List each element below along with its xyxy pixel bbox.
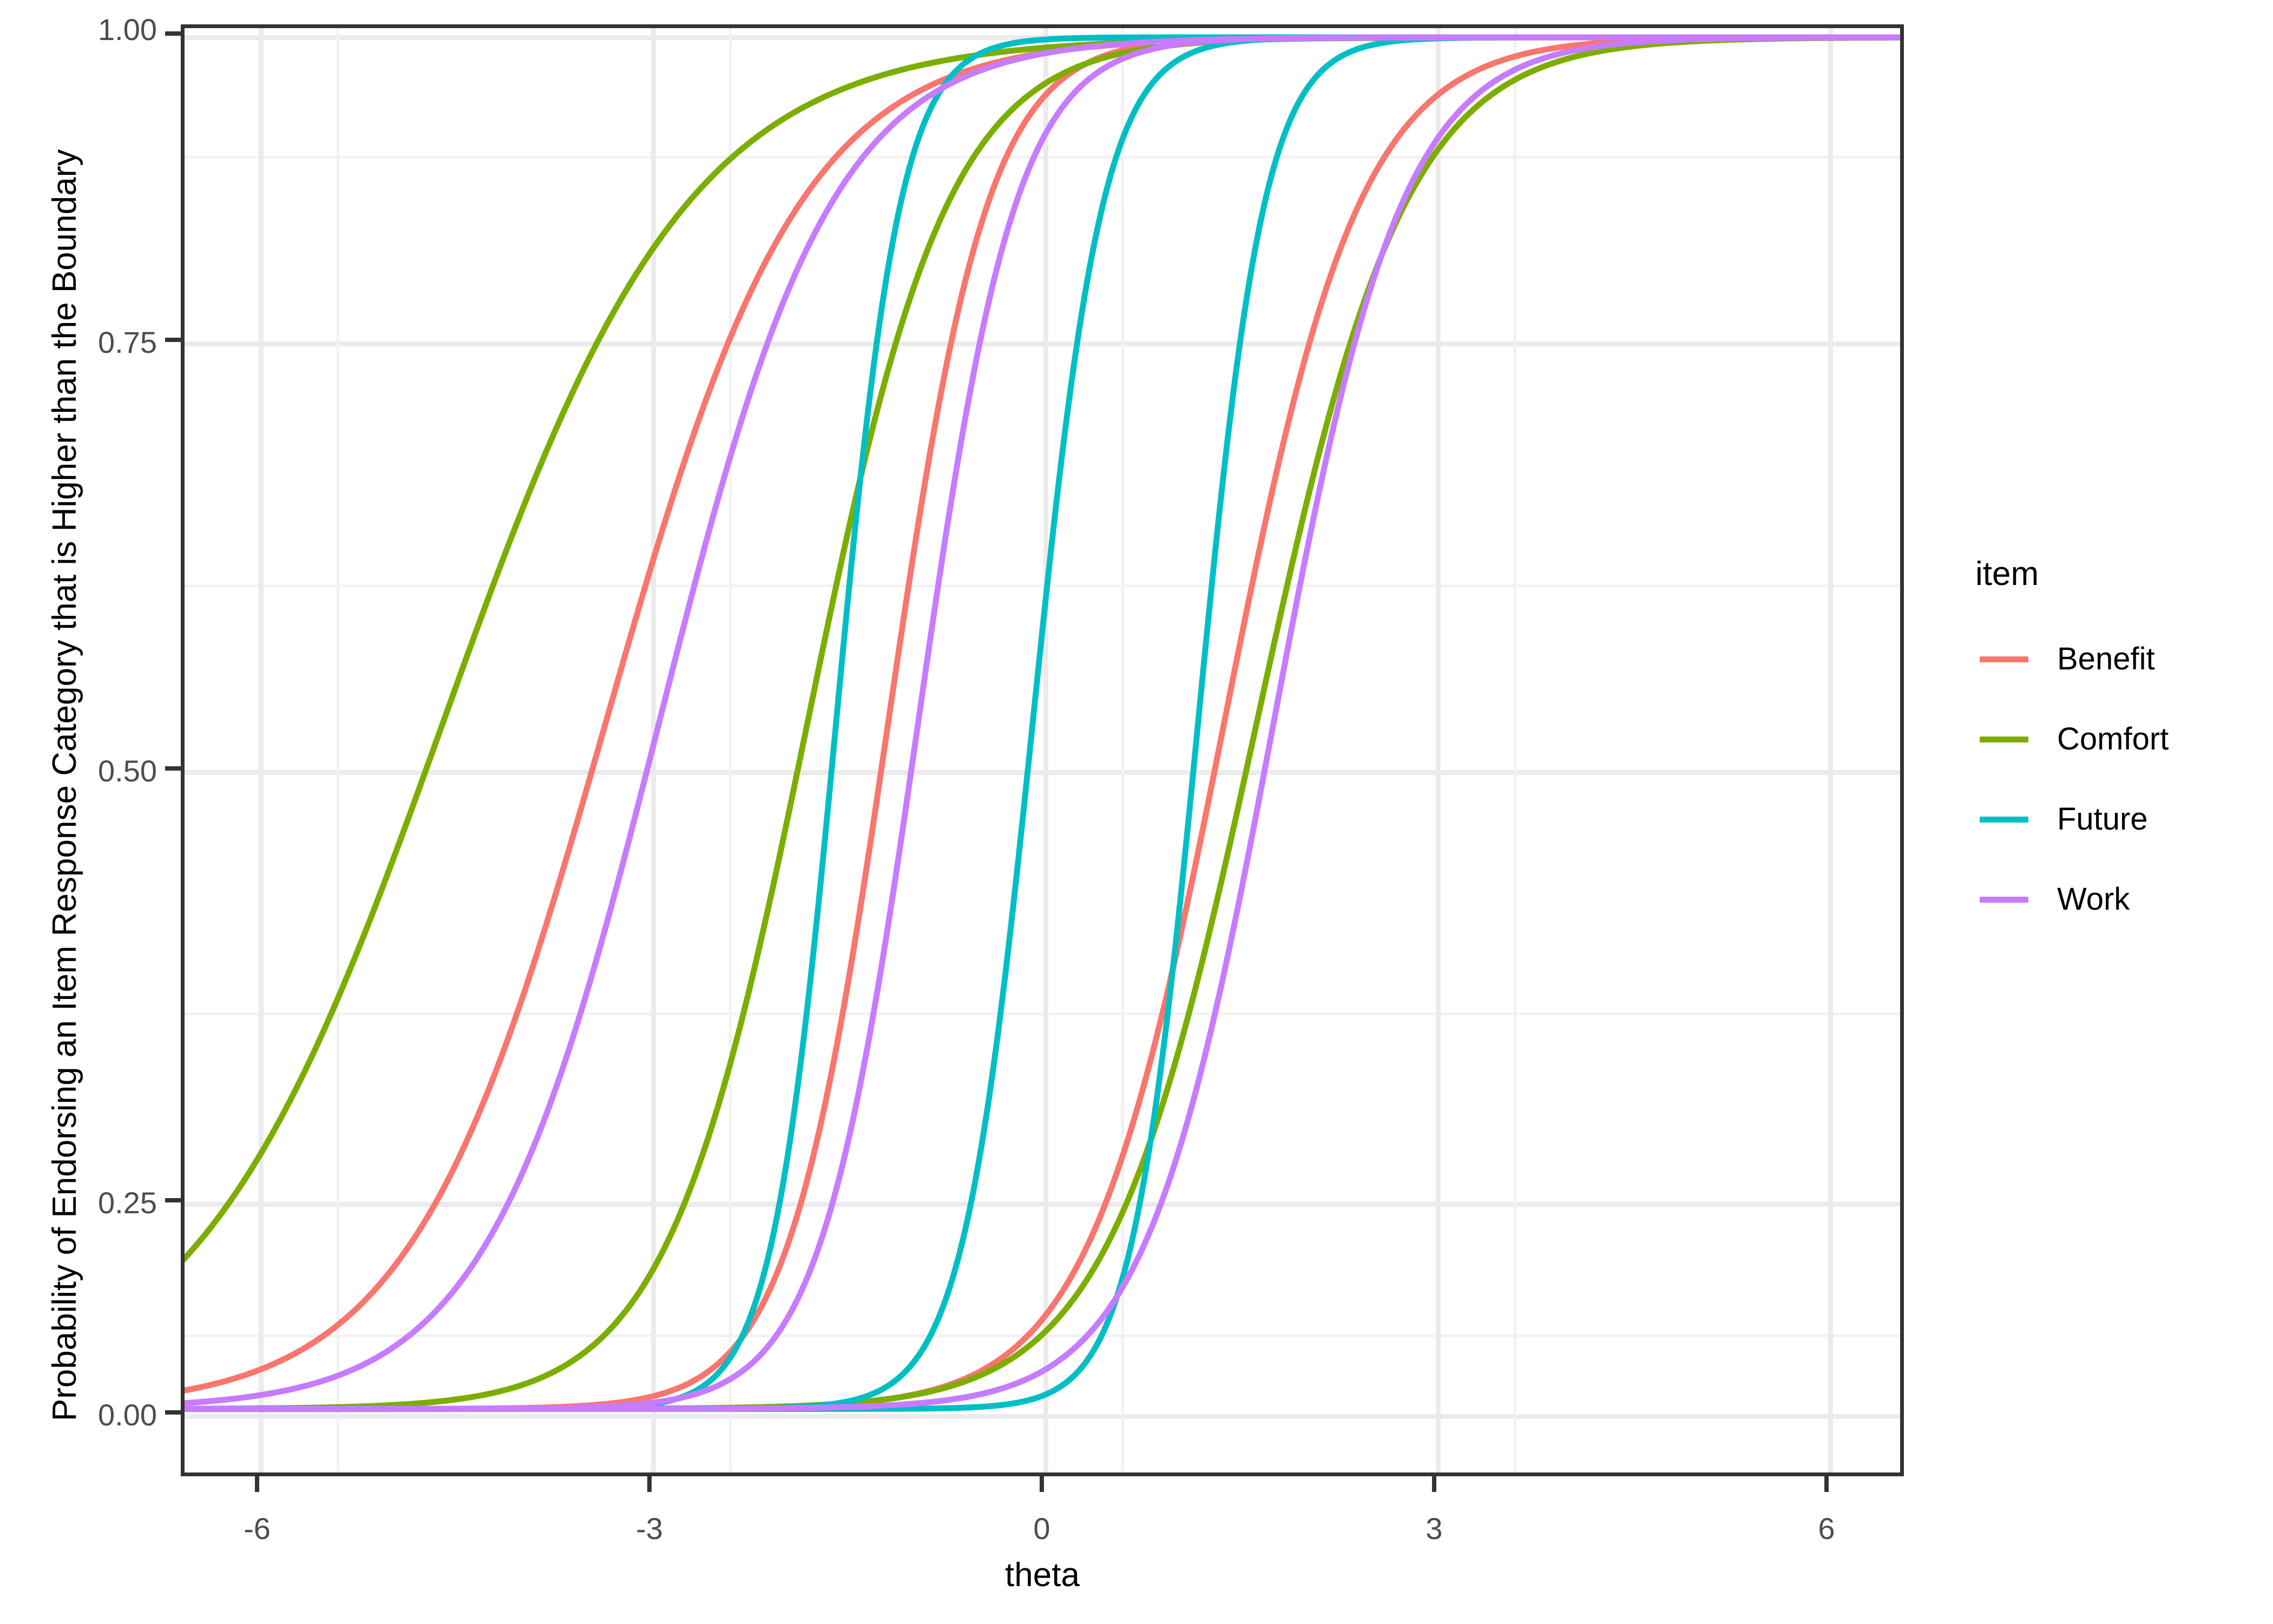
legend: item Benefit Comfort Future Work (1975, 557, 2257, 939)
y-axis-title: Probability of Endorsing an Item Respons… (46, 149, 83, 1422)
legend-title: item (1975, 555, 2039, 593)
legend-item-future[interactable]: Future (1975, 779, 2257, 859)
x-tick-mark-2 (1040, 1476, 1044, 1492)
legend-key-icon (1975, 632, 2031, 687)
x-tick-mark-0 (255, 1476, 259, 1492)
legend-item-label: Work (2057, 882, 2130, 917)
x-tick-label-2: 0 (1033, 1511, 1050, 1546)
x-tick-label-0: -6 (244, 1511, 271, 1546)
plot-panel (181, 24, 1904, 1476)
legend-item-label: Future (2057, 801, 2148, 837)
x-axis-title: theta (1005, 1556, 1080, 1594)
x-tick-mark-4 (1824, 1476, 1829, 1492)
y-tick-label-2: 0.50 (98, 754, 157, 788)
x-tick-label-1: -3 (636, 1511, 663, 1546)
x-tick-mark-3 (1432, 1476, 1436, 1492)
legend-rows: Benefit Comfort Future Work (1975, 619, 2257, 939)
y-tick-mark-3 (165, 338, 181, 342)
legend-item-comfort[interactable]: Comfort (1975, 699, 2257, 779)
y-tick-mark-2 (165, 766, 181, 771)
curve-layer (185, 34, 1900, 1412)
x-tick-label-3: 3 (1425, 1511, 1443, 1546)
legend-item-label: Benefit (2057, 641, 2155, 676)
y-tick-label-0: 0.00 (98, 1398, 157, 1432)
y-tick-mark-0 (165, 1410, 181, 1415)
y-tick-label-3: 0.75 (98, 325, 157, 359)
y-tick-mark-1 (165, 1198, 181, 1202)
legend-key-icon (1975, 712, 2031, 767)
x-tick-label-4: 6 (1818, 1511, 1835, 1546)
y-tick-label-1: 0.25 (98, 1186, 157, 1220)
legend-item-work[interactable]: Work (1975, 859, 2257, 939)
legend-key-icon (1975, 872, 2031, 928)
y-tick-label-4: 1.00 (98, 12, 157, 47)
chart-root: Probability of Endorsing an Item Respons… (0, 0, 2273, 1623)
legend-key-icon (1975, 792, 2031, 847)
legend-item-label: Comfort (2057, 721, 2169, 757)
plot-panel-inner (185, 28, 1900, 1472)
x-tick-mark-1 (647, 1476, 652, 1492)
curve-benefit-b1 (185, 34, 1900, 1393)
y-tick-mark-4 (165, 31, 181, 36)
legend-item-benefit[interactable]: Benefit (1975, 619, 2257, 699)
